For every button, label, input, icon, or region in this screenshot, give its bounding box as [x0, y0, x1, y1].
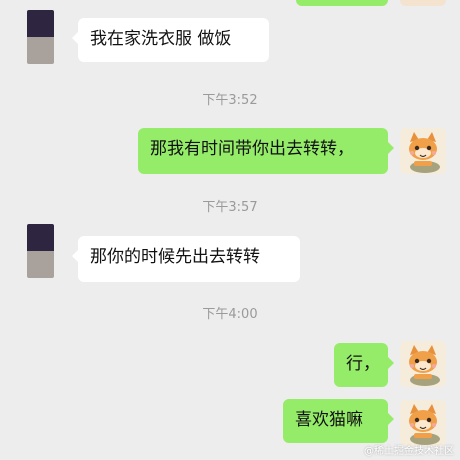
- contact-avatar[interactable]: [27, 224, 54, 278]
- watermark: @稀土掘金技术社区: [364, 446, 454, 457]
- contact-avatar[interactable]: [27, 10, 54, 64]
- user-avatar[interactable]: [400, 128, 446, 174]
- cat-avatar-icon: [400, 128, 446, 174]
- incoming-message-bubble[interactable]: 我在家洗衣服 做饭: [72, 18, 269, 62]
- previous-message-bubble[interactable]: [296, 0, 388, 6]
- previous-avatar[interactable]: [400, 0, 446, 6]
- avatar-bottom-block: [27, 251, 54, 278]
- outgoing-message-bubble[interactable]: 那我有时间带你出去转转，: [138, 128, 394, 174]
- avatar-top-block: [27, 10, 54, 37]
- message-text: 那我有时间带你出去转转，: [150, 139, 354, 159]
- outgoing-message-bubble[interactable]: 喜欢猫嘛: [283, 399, 394, 443]
- user-avatar[interactable]: [400, 341, 446, 387]
- avatar-top-block: [27, 224, 54, 251]
- timestamp: 下午4:00: [202, 307, 258, 322]
- avatar-bottom-block: [27, 37, 54, 64]
- timestamp: 下午3:57: [202, 200, 258, 215]
- cat-avatar-icon: [400, 341, 446, 387]
- message-text: 行，: [346, 354, 380, 374]
- incoming-message-bubble[interactable]: 那你的时候先出去转转: [72, 236, 300, 282]
- chat-area: 我在家洗衣服 做饭 下午3:52 那我有时间带你出去转转， 下午3:57 那你的…: [0, 0, 460, 460]
- message-text: 那你的时候先出去转转: [90, 247, 260, 267]
- cat-avatar-icon: [400, 400, 446, 446]
- timestamp: 下午3:52: [202, 93, 258, 108]
- message-text: 我在家洗衣服 做饭: [90, 29, 232, 49]
- outgoing-message-bubble[interactable]: 行，: [334, 343, 394, 387]
- message-text: 喜欢猫嘛: [295, 410, 363, 430]
- user-avatar[interactable]: [400, 400, 446, 446]
